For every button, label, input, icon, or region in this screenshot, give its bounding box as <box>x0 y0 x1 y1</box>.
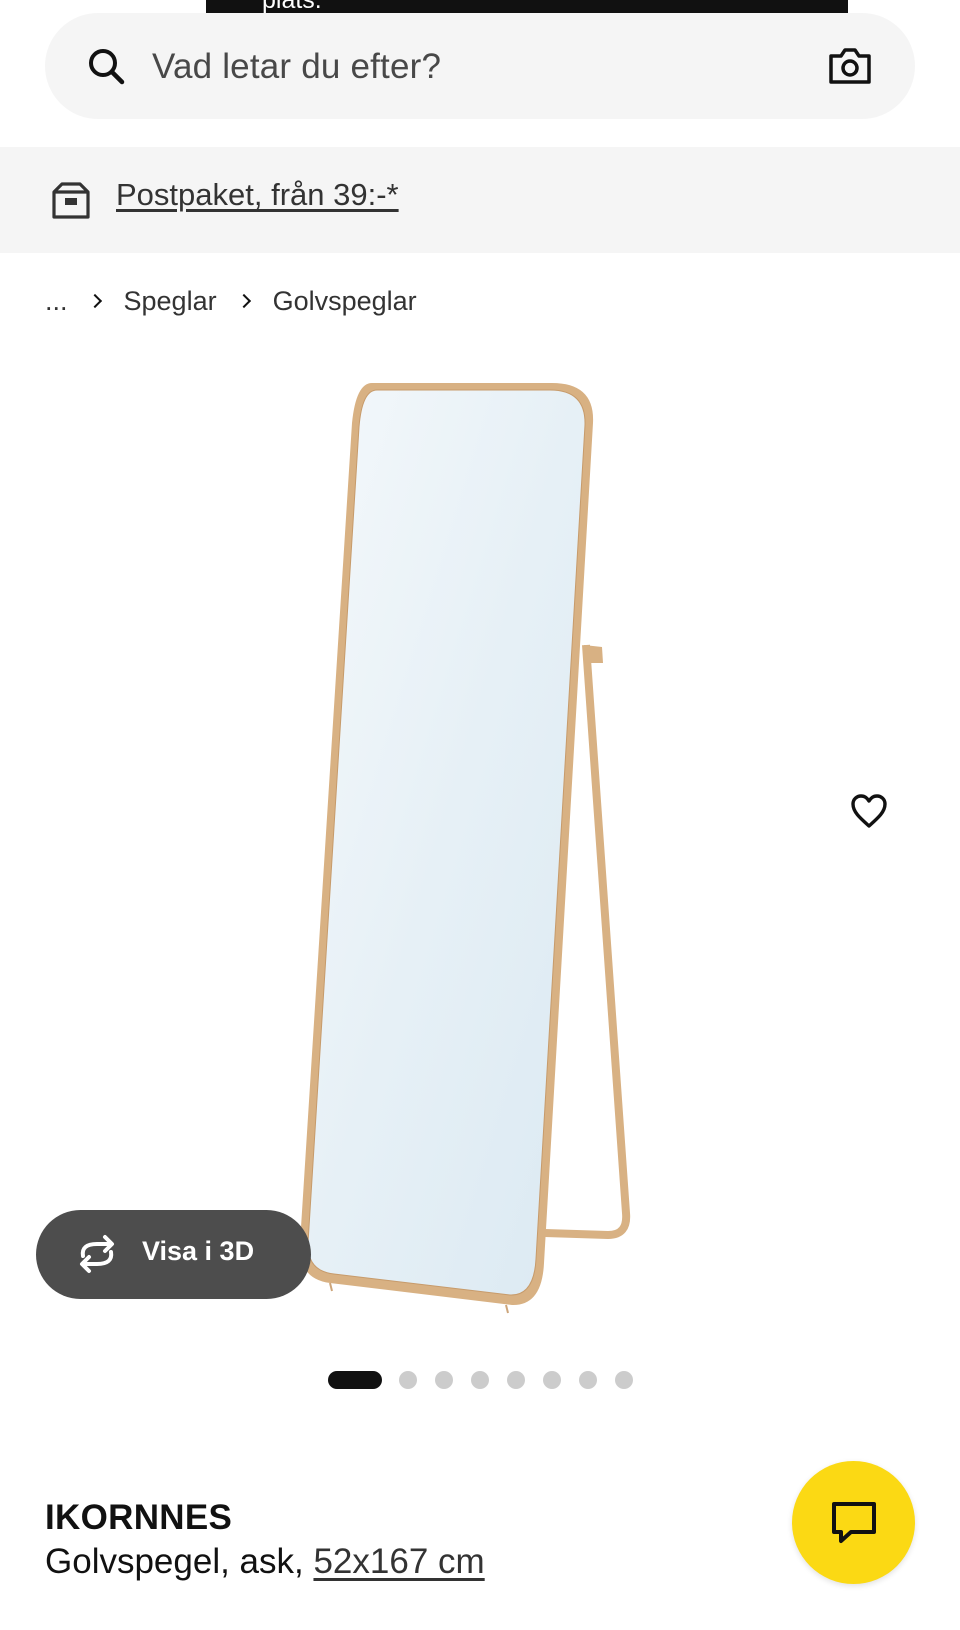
parcel-icon <box>52 182 90 219</box>
product-description: Golvspegel, ask, 52x167 cm <box>45 1542 485 1582</box>
chevron-right-icon <box>236 293 251 309</box>
chat-icon <box>832 1502 876 1543</box>
pagination-dot[interactable] <box>507 1371 525 1389</box>
pagination-dot[interactable] <box>471 1371 489 1389</box>
search-input[interactable]: Vad letar du efter? <box>152 47 441 87</box>
breadcrumb: ... Speglar Golvspeglar <box>45 283 417 319</box>
gallery-pagination <box>328 1370 651 1390</box>
heart-icon <box>851 794 887 828</box>
delivery-promo-banner: Postpaket, från 39:-* <box>0 147 960 253</box>
add-to-favorites-button[interactable] <box>840 782 898 840</box>
product-image-gallery[interactable] <box>0 350 960 1335</box>
view-in-3d-label: Visa i 3D <box>142 1236 255 1266</box>
chevron-right-icon <box>87 293 102 309</box>
camera-icon[interactable] <box>827 44 873 88</box>
product-description-text: Golvspegel, ask, <box>45 1542 314 1581</box>
pagination-dot[interactable] <box>543 1371 561 1389</box>
pagination-dot[interactable] <box>399 1371 417 1389</box>
pagination-dot[interactable] <box>579 1371 597 1389</box>
search-icon[interactable] <box>85 46 129 90</box>
breadcrumb-item-golvspeglar[interactable]: Golvspeglar <box>273 286 417 317</box>
product-size-link[interactable]: 52x167 cm <box>313 1542 484 1581</box>
pagination-dot-active[interactable] <box>328 1371 382 1389</box>
rotate-3d-icon <box>80 1235 114 1273</box>
view-in-3d-button[interactable]: Visa i 3D <box>36 1210 311 1299</box>
breadcrumb-item-speglar[interactable]: Speglar <box>124 286 217 317</box>
pagination-dot[interactable] <box>435 1371 453 1389</box>
delivery-promo-link[interactable]: Postpaket, från 39:-* <box>116 177 399 213</box>
product-image <box>299 383 631 1314</box>
chat-button[interactable] <box>792 1461 915 1584</box>
search-bar[interactable]: Vad letar du efter? <box>45 13 915 119</box>
pagination-dot[interactable] <box>615 1371 633 1389</box>
breadcrumb-ellipsis[interactable]: ... <box>45 286 68 317</box>
product-name: IKORNNES <box>45 1498 233 1537</box>
